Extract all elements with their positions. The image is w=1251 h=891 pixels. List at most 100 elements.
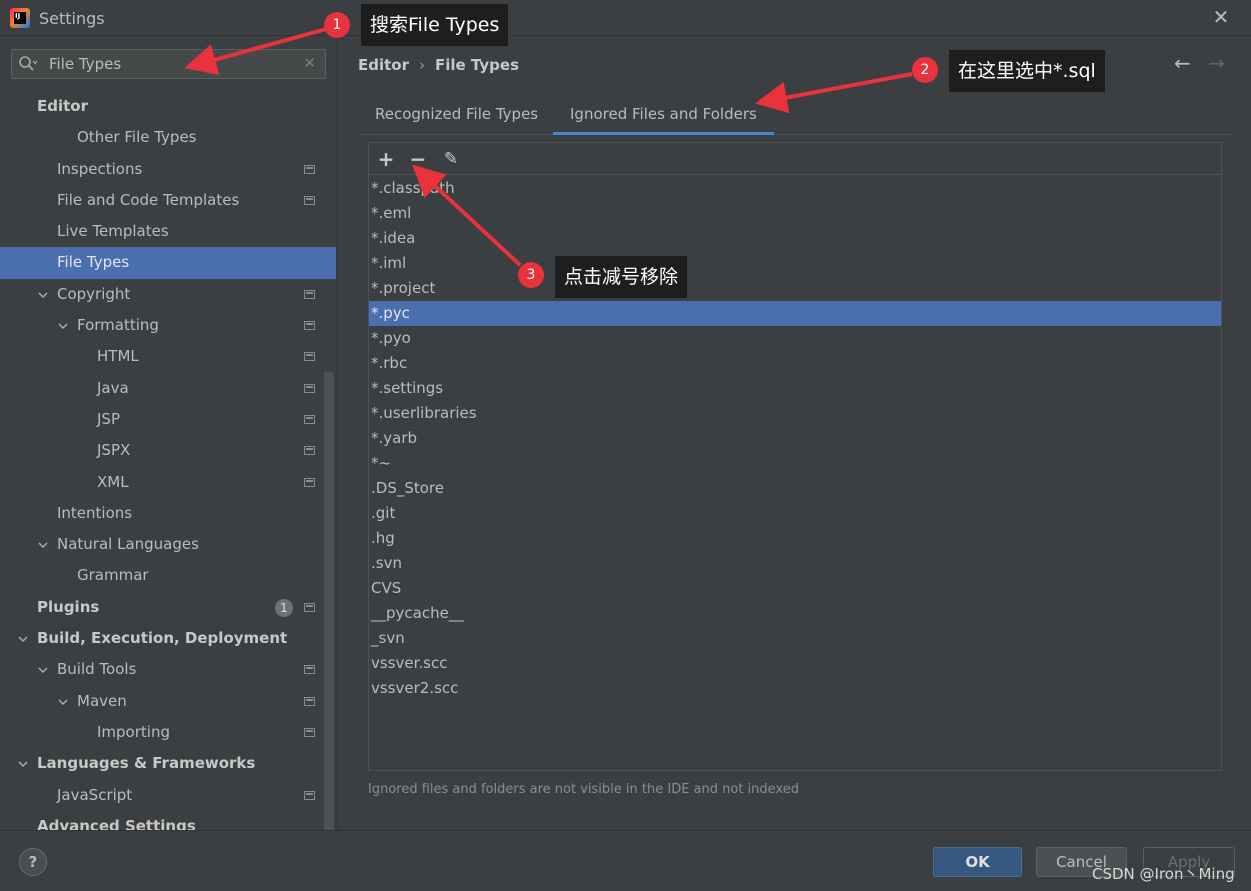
sidebar-item-label: Build, Execution, Deployment bbox=[37, 629, 288, 648]
project-scope-icon bbox=[304, 321, 315, 331]
edit-icon[interactable]: ✎ bbox=[440, 148, 462, 170]
breadcrumb: Editor › File Types bbox=[358, 56, 519, 74]
sidebar-item-label: Plugins bbox=[37, 597, 100, 616]
sidebar-item-html[interactable]: HTML bbox=[0, 341, 336, 372]
list-item[interactable]: _svn bbox=[369, 626, 1221, 651]
window-title: Settings bbox=[39, 9, 105, 28]
sidebar-item-label: Natural Languages bbox=[57, 535, 199, 554]
sidebar-item-java[interactable]: Java bbox=[0, 373, 336, 404]
sidebar-item-formatting[interactable]: Formatting bbox=[0, 310, 336, 341]
update-count-badge: 1 bbox=[275, 598, 293, 617]
sidebar-item-maven[interactable]: Maven bbox=[0, 686, 336, 717]
sidebar-item-importing[interactable]: Importing bbox=[0, 717, 336, 748]
list-item[interactable]: *.project bbox=[369, 276, 1221, 301]
add-icon[interactable]: + bbox=[375, 148, 397, 170]
chevron-down-icon[interactable] bbox=[38, 290, 48, 300]
list-item[interactable]: CVS bbox=[369, 576, 1221, 601]
sidebar-item-label: Intentions bbox=[57, 503, 133, 522]
list-item[interactable]: *.pyc bbox=[369, 301, 1221, 326]
list-item[interactable]: *.pyo bbox=[369, 326, 1221, 351]
remove-icon[interactable]: − bbox=[407, 148, 429, 170]
help-button[interactable]: ? bbox=[19, 848, 47, 876]
list-item[interactable]: *.classpath bbox=[369, 176, 1221, 201]
sidebar-item-label: Live Templates bbox=[57, 222, 169, 241]
sidebar-item-label: Grammar bbox=[77, 566, 149, 585]
sidebar-item-xml[interactable]: XML bbox=[0, 467, 336, 498]
sidebar-item-label: Formatting bbox=[77, 316, 159, 335]
breadcrumb-current: File Types bbox=[435, 56, 519, 74]
tab-ignored-files-and-folders[interactable]: Ignored Files and Folders bbox=[553, 97, 774, 135]
sidebar-item-jsp[interactable]: JSP bbox=[0, 404, 336, 435]
breadcrumb-separator: › bbox=[419, 56, 425, 74]
project-scope-icon bbox=[304, 477, 315, 487]
project-scope-icon bbox=[304, 383, 315, 393]
sidebar-item-plugins[interactable]: Plugins 1 bbox=[0, 592, 336, 623]
sidebar-item-label: File Types bbox=[57, 253, 130, 272]
settings-content: Editor › File Types ← → Recognized File Ty… bbox=[337, 37, 1251, 830]
chevron-down-icon[interactable] bbox=[38, 540, 48, 550]
list-item[interactable]: *~ bbox=[369, 451, 1221, 476]
sidebar-item-label: JSPX bbox=[97, 441, 131, 460]
sidebar-scrollbar[interactable] bbox=[324, 372, 334, 832]
annotation-number-1: 1 bbox=[324, 12, 350, 38]
sidebar-item-live-templates[interactable]: Live Templates bbox=[0, 216, 336, 247]
back-arrow-icon[interactable]: ← bbox=[1174, 51, 1191, 75]
list-item[interactable]: *.idea bbox=[369, 226, 1221, 251]
chevron-down-icon[interactable] bbox=[38, 665, 48, 675]
list-item[interactable]: .svn bbox=[369, 551, 1221, 576]
forward-arrow-icon[interactable]: → bbox=[1208, 51, 1225, 75]
sidebar-item-label: HTML bbox=[97, 347, 139, 366]
project-scope-icon bbox=[304, 352, 315, 362]
sidebar-item-grammar[interactable]: Grammar bbox=[0, 560, 336, 591]
chevron-down-icon[interactable] bbox=[18, 634, 28, 644]
list-item[interactable]: *.yarb bbox=[369, 426, 1221, 451]
ok-button[interactable]: OK bbox=[933, 847, 1022, 877]
list-item[interactable]: .hg bbox=[369, 526, 1221, 551]
sidebar-item-languages-frameworks[interactable]: Languages & Frameworks bbox=[0, 748, 336, 779]
sidebar-item-javascript[interactable]: JavaScript bbox=[0, 780, 336, 811]
breadcrumb-parent[interactable]: Editor bbox=[358, 56, 409, 74]
title-bar: IJ Settings ✕ bbox=[0, 0, 1251, 36]
sidebar-item-file-types[interactable]: File Types bbox=[0, 247, 336, 279]
chevron-down-icon[interactable] bbox=[18, 759, 28, 769]
list-item[interactable]: vssver.scc bbox=[369, 651, 1221, 676]
list-item[interactable]: *.rbc bbox=[369, 351, 1221, 376]
chevron-down-icon[interactable] bbox=[58, 321, 68, 331]
list-item[interactable]: __pycache__ bbox=[369, 601, 1221, 626]
close-icon[interactable]: ✕ bbox=[1208, 4, 1234, 30]
project-scope-icon bbox=[304, 696, 315, 706]
list-item[interactable]: vssver2.scc bbox=[369, 676, 1221, 701]
sidebar-item-jspx[interactable]: JSPX bbox=[0, 435, 336, 466]
project-scope-icon bbox=[304, 446, 315, 456]
sidebar-item-natural-languages[interactable]: Natural Languages bbox=[0, 529, 336, 560]
chevron-down-icon[interactable] bbox=[58, 697, 68, 707]
sidebar-item-label: Java bbox=[97, 378, 129, 397]
sidebar-item-other-file-types[interactable]: Other File Types bbox=[0, 122, 336, 153]
sidebar-item-label: Importing bbox=[97, 722, 170, 741]
list-item[interactable]: *.iml bbox=[369, 251, 1221, 276]
annotation-label-1: 搜索File Types bbox=[361, 4, 509, 46]
annotation-number-2: 2 bbox=[912, 57, 938, 83]
sidebar-item-build-tools[interactable]: Build Tools bbox=[0, 654, 336, 685]
settings-sidebar: File Types ✕ Editor Other File Types Inspe… bbox=[0, 37, 336, 835]
sidebar-item-copyright[interactable]: Copyright bbox=[0, 279, 336, 310]
list-item[interactable]: .DS_Store bbox=[369, 476, 1221, 501]
sidebar-item-label: Languages & Frameworks bbox=[37, 754, 256, 773]
list-item[interactable]: *.eml bbox=[369, 201, 1221, 226]
sidebar-item-intentions[interactable]: Intentions bbox=[0, 498, 336, 529]
sidebar-item-label: JSP bbox=[97, 409, 120, 428]
sidebar-item-label: Build Tools bbox=[57, 660, 137, 679]
sidebar-item-editor[interactable]: Editor bbox=[0, 91, 336, 122]
sidebar-item-inspections[interactable]: Inspections bbox=[0, 154, 336, 185]
sidebar-item-build-execution-deployment[interactable]: Build, Execution, Deployment bbox=[0, 623, 336, 654]
list-item[interactable]: *.userlibraries bbox=[369, 401, 1221, 426]
settings-tree: Editor Other File Types Inspections File an… bbox=[0, 91, 336, 842]
sidebar-item-file-and-code-templates[interactable]: File and Code Templates bbox=[0, 185, 336, 216]
search-input[interactable]: File Types ✕ bbox=[11, 49, 326, 79]
tab-recognized-file-types[interactable]: Recognized File Types bbox=[358, 97, 555, 135]
sidebar-item-label: JavaScript bbox=[57, 785, 133, 804]
project-scope-icon bbox=[304, 727, 315, 737]
list-item[interactable]: .git bbox=[369, 501, 1221, 526]
clear-search-icon[interactable]: ✕ bbox=[303, 54, 316, 72]
list-item[interactable]: *.settings bbox=[369, 376, 1221, 401]
